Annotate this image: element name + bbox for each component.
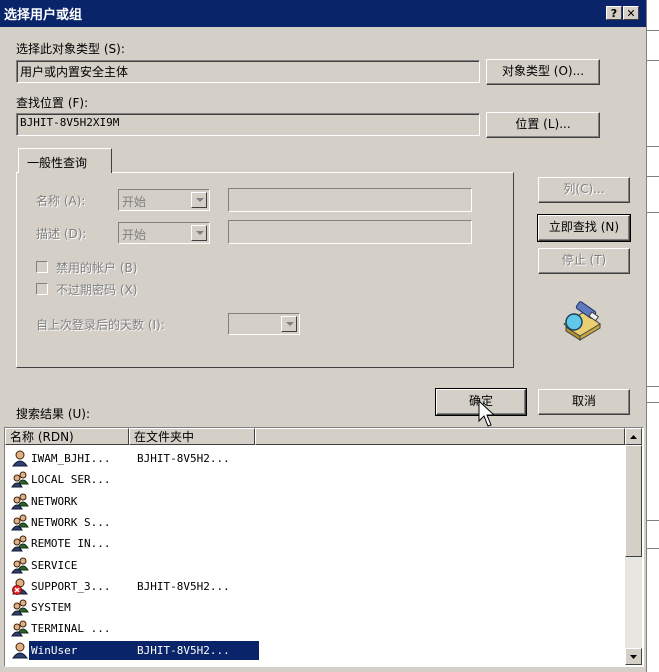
row-name: SERVICE	[31, 558, 78, 572]
table-row[interactable]: NETWORK	[9, 491, 625, 512]
row-name: SYSTEM	[31, 601, 71, 615]
name-mode-select[interactable]: 开始	[118, 189, 210, 211]
vertical-scrollbar[interactable]	[625, 428, 642, 665]
group-icon	[11, 514, 29, 531]
scroll-down-button[interactable]	[625, 648, 642, 665]
row-name: IWAM_BJHI...	[31, 452, 111, 465]
tab-common-queries[interactable]: 一般性查询	[18, 148, 112, 173]
table-row[interactable]: IWAM_BJHI... BJHIT-8V5H2...	[9, 448, 625, 469]
description-input[interactable]	[228, 220, 472, 244]
table-row[interactable]: WinUser BJHIT-8V5H2...	[9, 640, 625, 661]
description-mode-select[interactable]: 开始	[118, 222, 210, 244]
user-icon	[11, 450, 29, 467]
description-label: 描述 (D):	[36, 227, 87, 241]
cancel-button[interactable]: 取消	[538, 389, 630, 415]
disabled-accounts-checkbox[interactable]	[36, 261, 48, 273]
user-icon	[11, 642, 29, 659]
disabled-user-icon	[11, 578, 29, 595]
name-input[interactable]	[228, 188, 472, 212]
column-header-name[interactable]: 名称 (RDN)	[5, 428, 129, 445]
row-name: NETWORK	[31, 494, 78, 508]
table-row[interactable]: TERMINAL ...	[9, 618, 625, 639]
scroll-up-button[interactable]	[625, 428, 642, 445]
chevron-down-icon	[191, 192, 207, 208]
group-icon	[11, 535, 29, 552]
window-title: 选择用户或组	[4, 8, 83, 23]
search-results-list[interactable]: 名称 (RDN) 在文件夹中 IWAM_BJHI... BJHIT-8V5H2..…	[4, 427, 644, 667]
row-name: WinUser	[31, 643, 78, 657]
locations-button[interactable]: 位置 (L)...	[486, 112, 600, 138]
object-type-label: 选择此对象类型 (S):	[16, 42, 125, 56]
search-flashlight-icon	[560, 300, 604, 344]
column-header-filler	[255, 428, 625, 445]
name-mode-value: 开始	[122, 195, 147, 209]
row-name: TERMINAL ...	[31, 622, 111, 636]
non-expiring-password-label: 不过期密码 (X)	[56, 283, 138, 297]
scrollbar-thumb[interactable]	[625, 445, 642, 557]
table-row[interactable]: NETWORK S...	[9, 512, 625, 533]
table-row[interactable]: SYSTEM	[9, 597, 625, 618]
table-row[interactable]: SERVICE	[9, 555, 625, 576]
column-header-folder[interactable]: 在文件夹中	[129, 428, 255, 445]
row-folder: BJHIT-8V5H2...	[137, 579, 230, 593]
disabled-accounts-label: 禁用的帐户 (B)	[56, 261, 138, 275]
title-bar[interactable]: 选择用户或组 ? ✕	[0, 0, 646, 27]
columns-button[interactable]: 列(C)...	[538, 177, 630, 203]
days-since-logon-label: 自上次登录后的天数 (I):	[36, 318, 165, 332]
object-type-field: 用户或内置安全主体	[16, 60, 480, 83]
name-label: 名称 (A):	[36, 194, 86, 208]
find-now-button[interactable]: 立即查找 (N)	[537, 214, 631, 242]
location-label: 查找位置 (F):	[16, 96, 89, 110]
group-icon	[11, 493, 29, 510]
select-users-dialog: 选择用户或组 ? ✕ 选择此对象类型 (S): 用户或内置安全主体 对象类型 (…	[0, 0, 646, 672]
background-window-edge	[646, 0, 659, 672]
help-button[interactable]: ?	[606, 6, 622, 20]
non-expiring-password-checkbox[interactable]	[36, 283, 48, 295]
mouse-cursor-icon	[478, 399, 496, 428]
row-name: REMOTE IN...	[31, 537, 111, 551]
location-field: BJHIT-8V5H2XI9M	[16, 113, 480, 136]
object-types-button[interactable]: 对象类型 (O)...	[486, 59, 600, 85]
group-icon	[11, 620, 29, 637]
table-row[interactable]: LOCAL SER...	[9, 469, 625, 490]
table-row[interactable]: SUPPORT_3... BJHIT-8V5H2...	[9, 576, 625, 597]
days-since-logon-select[interactable]	[228, 313, 300, 335]
description-mode-value: 开始	[122, 228, 147, 242]
group-icon	[11, 557, 29, 574]
chevron-down-icon	[191, 225, 207, 241]
row-folder: BJHIT-8V5H2...	[137, 643, 230, 657]
table-row[interactable]: REMOTE IN...	[9, 533, 625, 554]
close-button[interactable]: ✕	[623, 6, 639, 20]
group-icon	[11, 599, 29, 616]
search-results-label: 搜索结果 (U):	[16, 407, 91, 421]
row-folder: BJHIT-8V5H2...	[137, 452, 230, 465]
chevron-down-icon	[281, 316, 297, 332]
row-name: SUPPORT_3...	[31, 579, 111, 593]
row-name: LOCAL SER...	[31, 473, 111, 487]
row-name: NETWORK S...	[31, 515, 111, 529]
group-icon	[11, 471, 29, 488]
stop-button[interactable]: 停止 (T)	[538, 248, 630, 274]
